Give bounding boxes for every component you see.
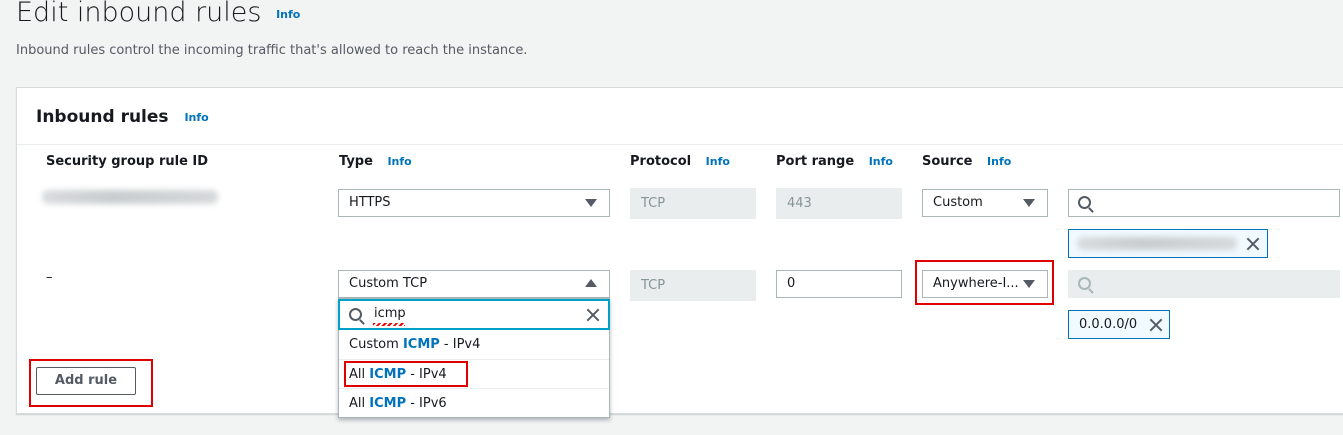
row1-source-select[interactable]: Custom: [922, 189, 1048, 217]
col-source: Source Info: [922, 154, 1011, 169]
option-all-icmp-ipv6[interactable]: All ICMP - IPv6: [339, 388, 609, 417]
type-filter-input[interactable]: icmp: [338, 299, 610, 330]
option-match: ICMP: [402, 337, 440, 352]
row2-protocol: TCP: [630, 270, 756, 301]
option-match: ICMP: [369, 367, 407, 382]
row1-protocol: TCP: [630, 188, 756, 219]
row2-port-range-input[interactable]: 0: [776, 270, 902, 298]
option-prefix: Custom: [349, 337, 403, 352]
rule-id-redacted: [42, 190, 218, 204]
row2-source-token-text: 0.0.0.0/0: [1079, 317, 1138, 332]
option-prefix: All: [349, 367, 370, 382]
row2-type-select[interactable]: Custom TCP: [338, 270, 610, 298]
row2-source-token: 0.0.0.0/0: [1068, 310, 1170, 339]
col-port-range-info[interactable]: Info: [869, 155, 893, 168]
row1-source-search[interactable]: [1068, 189, 1340, 217]
caret-up-icon: [585, 279, 597, 287]
option-suffix: - IPv6: [406, 396, 447, 411]
col-rule-id: Security group rule ID: [46, 154, 209, 169]
page-title-text: Edit inbound rules: [16, 0, 262, 28]
caret-down-icon: [1023, 199, 1035, 207]
col-protocol-label: Protocol: [630, 154, 692, 169]
panel-divider: [17, 144, 1343, 145]
col-source-label: Source: [922, 154, 973, 169]
page-info-link[interactable]: Info: [276, 8, 300, 21]
col-protocol-info[interactable]: Info: [706, 155, 730, 168]
type-filter-value: icmp: [374, 306, 406, 321]
row2-type-value: Custom TCP: [349, 276, 428, 291]
row1-source-value: Custom: [933, 195, 983, 210]
remove-token-icon[interactable]: [1245, 236, 1261, 252]
row1-type-select[interactable]: HTTPS: [338, 189, 610, 217]
col-type: Type Info: [339, 154, 412, 169]
row2-source-select[interactable]: Anywhere-I...: [922, 270, 1048, 298]
search-icon: [1078, 277, 1091, 290]
option-match: ICMP: [369, 396, 407, 411]
col-type-label: Type: [339, 154, 373, 169]
col-port-range-label: Port range: [776, 154, 855, 169]
option-prefix: All: [349, 396, 370, 411]
panel-title: Inbound rules Info: [36, 107, 209, 127]
page-title: Edit inbound rules Info: [16, 0, 300, 32]
col-protocol: Protocol Info: [630, 154, 730, 169]
row1-source-token: [1068, 229, 1268, 258]
token-redacted: [1077, 237, 1237, 250]
caret-down-icon: [585, 199, 597, 207]
search-icon: [1078, 196, 1091, 209]
panel-info-link[interactable]: Info: [184, 111, 208, 124]
col-type-info[interactable]: Info: [387, 155, 411, 168]
panel-title-text: Inbound rules: [36, 107, 169, 127]
search-icon: [349, 308, 362, 321]
col-port-range: Port range Info: [776, 154, 893, 169]
row2-source-value: Anywhere-I...: [933, 276, 1019, 291]
option-suffix: - IPv4: [439, 337, 481, 352]
spellcheck-underline: [373, 323, 405, 326]
row2-rule-id: –: [46, 270, 53, 285]
option-custom-icmp-ipv4[interactable]: Custom ICMP - IPv4: [339, 330, 609, 359]
page-description: Inbound rules control the incoming traff…: [16, 43, 528, 58]
remove-token-icon[interactable]: [1148, 317, 1164, 333]
clear-filter-icon[interactable]: [585, 307, 601, 323]
row2-source-search: [1068, 270, 1340, 298]
col-source-info[interactable]: Info: [987, 155, 1011, 168]
option-all-icmp-ipv4[interactable]: All ICMP - IPv4: [339, 359, 609, 388]
row1-port-range: 443: [776, 188, 902, 219]
option-suffix: - IPv4: [406, 367, 447, 382]
caret-down-icon: [1023, 280, 1035, 288]
row1-type-value: HTTPS: [349, 195, 391, 210]
add-rule-button[interactable]: Add rule: [36, 367, 136, 395]
